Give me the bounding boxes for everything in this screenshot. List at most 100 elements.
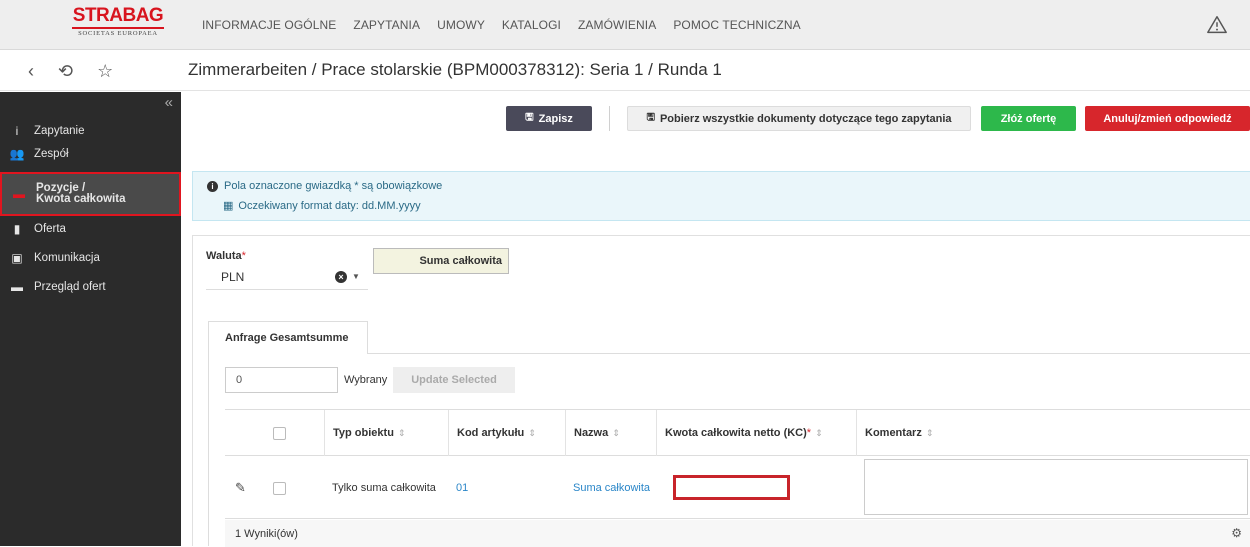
required-fields-note: i Pola oznaczone gwiazdką * są obowiązkow…: [207, 180, 442, 192]
header-label: Nazwa: [574, 427, 609, 439]
sort-icon: ⇕: [815, 427, 823, 438]
double-chevron-left-icon[interactable]: «: [165, 94, 173, 111]
chevron-left-icon[interactable]: ‹: [28, 61, 34, 82]
gear-icon[interactable]: ⚙: [1231, 526, 1242, 540]
logo-wordmark: STRABAG: [72, 5, 164, 26]
comment-textarea[interactable]: [864, 459, 1248, 515]
save-button[interactable]: 🖫 Zapisz: [506, 106, 592, 131]
sidebar-item-pozycje[interactable]: ▬ Pozycje / Kwota całkowita: [0, 172, 181, 216]
header-edit-col: [225, 410, 263, 456]
logo-tagline: SOCIETAS EUROPAEA: [78, 30, 158, 37]
warning-triangle-icon[interactable]: [1206, 14, 1228, 36]
edit-cell: ✎: [225, 457, 263, 519]
nav-item-zapytania[interactable]: ZAPYTANIA: [353, 18, 420, 32]
update-selected-button[interactable]: Update Selected: [393, 367, 515, 393]
download-button-label: Pobierz wszystkie dokumenty dotyczące te…: [659, 112, 952, 125]
required-note-text: Pola oznaczone gwiazdką * są obowiązkowe: [224, 180, 443, 192]
page-title: Zimmerarbeiten / Prace stolarskie (BPM00…: [188, 60, 722, 79]
tab-anfrage-gesamtsumme[interactable]: Anfrage Gesamtsumme: [208, 321, 368, 354]
cell-typ-obiektu: Tylko suma całkowita: [332, 482, 436, 494]
sidebar-item-zespol[interactable]: 👥 Zespół: [0, 143, 181, 165]
sidebar-item-label: Komunikacja: [34, 252, 100, 264]
sort-icon: ⇕: [925, 427, 934, 438]
sidebar-item-label: Przegląd ofert: [34, 281, 106, 293]
archive-icon: ▬: [11, 280, 23, 294]
save-icon: 🖫: [525, 112, 534, 123]
document-icon: ▮: [13, 222, 21, 236]
nav-item-zamowienia[interactable]: ZAMÓWIENIA: [578, 18, 656, 32]
sidebar-item-komunikacja[interactable]: ▣ Komunikacja: [0, 247, 181, 269]
header-label: Kwota całkowita netto (KC): [665, 427, 807, 439]
header-komentarz[interactable]: Komentarz ⇕: [856, 410, 1250, 456]
currency-label-text: Waluta: [206, 250, 242, 262]
date-format-text: Oczekiwany format daty: dd.MM.yyyy: [238, 200, 421, 212]
select-cell: [263, 457, 324, 519]
pencil-icon[interactable]: ✎: [235, 480, 246, 496]
sidebar-item-oferta[interactable]: ▮ Oferta: [0, 218, 181, 240]
total-sum-box: Suma całkowita: [373, 248, 509, 274]
sort-icon: ⇕: [397, 427, 406, 438]
list-icon: ▬: [13, 186, 25, 201]
header-typ-obiektu[interactable]: Typ obiektu ⇕: [324, 410, 448, 456]
page-header-bar: ‹ ⟲ ☆ Zimmerarbeiten / Prace stolarskie …: [0, 51, 1250, 91]
sidebar-item-label-line2: Kwota całkowita: [36, 193, 126, 205]
strabag-logo[interactable]: STRABAG SOCIETAS EUROPAEA: [70, 5, 166, 45]
required-mark: *: [241, 250, 246, 262]
header-kwota[interactable]: Kwota całkowita netto (KC) * ⇕: [656, 410, 856, 456]
sidebar-item-label: Zapytanie: [34, 125, 85, 137]
select-all-checkbox[interactable]: [273, 426, 286, 440]
date-format-note: ▦ Oczekiwany format daty: dd.MM.yyyy: [223, 199, 421, 212]
table-row: ✎ Tylko suma całkowita 01 Suma całkowita: [225, 457, 1250, 519]
currency-label: Waluta*: [206, 250, 246, 262]
kod-link[interactable]: 01: [456, 482, 468, 494]
sidebar-item-label: Pozycje / Kwota całkowita: [36, 182, 126, 205]
sidebar: « i Zapytanie 👥 Zespół ▬ Pozycje / Kwota…: [0, 92, 181, 546]
chevron-down-icon[interactable]: ▼: [352, 272, 360, 281]
kwota-netto-input[interactable]: [673, 475, 790, 500]
team-icon: 👥: [9, 147, 25, 161]
calendar-icon: ▦: [223, 200, 234, 212]
header-select-all: [263, 410, 324, 456]
sort-icon: ⇕: [612, 427, 620, 438]
cell-kod-artykulu: 01: [448, 457, 565, 519]
sidebar-item-przeglad[interactable]: ▬ Przegląd ofert: [0, 276, 181, 298]
row-checkbox[interactable]: [273, 481, 286, 495]
save-icon: 🖫: [646, 112, 655, 123]
submit-offer-button[interactable]: Złóż ofertę: [981, 106, 1076, 131]
table-header-row: Typ obiektu ⇕ Kod artykułu ⇕ Nazwa ⇕ Kwota …: [225, 410, 1250, 456]
nazwa-link[interactable]: Suma całkowita: [573, 482, 650, 494]
page-actions: ‹ ⟲ ☆: [28, 51, 178, 91]
nav-item-informacje[interactable]: INFORMACJE OGÓLNE: [202, 18, 336, 32]
sort-icon: ⇕: [528, 427, 536, 438]
download-all-documents-button[interactable]: 🖫 Pobierz wszystkie dokumenty dotyczące …: [627, 106, 971, 131]
star-icon[interactable]: ☆: [97, 61, 113, 82]
history-icon[interactable]: ⟲: [58, 61, 73, 82]
selected-label: Wybrany: [344, 374, 388, 386]
header-label: Typ obiektu: [333, 427, 394, 439]
clear-icon[interactable]: ×: [335, 271, 347, 283]
header-nazwa[interactable]: Nazwa ⇕: [565, 410, 656, 456]
toolbar-divider: [609, 106, 610, 131]
info-icon: i: [15, 124, 19, 138]
header-label: Kod artykułu: [457, 427, 525, 439]
nav-item-pomoc[interactable]: POMOC TECHNICZNA: [673, 18, 800, 32]
selected-count-input[interactable]: 0: [225, 367, 338, 393]
sidebar-item-label: Zespół: [34, 148, 69, 160]
items-table: Typ obiektu ⇕ Kod artykułu ⇕ Nazwa ⇕ Kwota …: [225, 409, 1250, 547]
save-button-label: Zapisz: [538, 112, 573, 125]
cancel-change-response-button[interactable]: Anuluj/zmień odpowiedź: [1085, 106, 1250, 131]
header-kod-artykulu[interactable]: Kod artykułu ⇕: [448, 410, 565, 456]
main-menu: INFORMACJE OGÓLNE ZAPYTANIA UMOWY KATALO…: [202, 0, 818, 50]
top-navigation-bar: STRABAG SOCIETAS EUROPAEA INFORMACJE OGÓ…: [0, 0, 1250, 50]
info-circle-icon: i: [207, 181, 218, 192]
header-label: Komentarz: [865, 427, 922, 439]
info-panel: i Pola oznaczone gwiazdką * są obowiązkow…: [192, 171, 1250, 221]
nav-item-katalogi[interactable]: KATALOGI: [502, 18, 561, 32]
table-footer: 1 Wyniki(ów) ⚙: [225, 520, 1250, 547]
nav-item-umowy[interactable]: UMOWY: [437, 18, 485, 32]
sidebar-item-label: Oferta: [34, 223, 66, 235]
required-mark: *: [806, 427, 812, 439]
cell-nazwa: Suma całkowita: [565, 457, 656, 519]
chat-icon: ▣: [11, 251, 23, 265]
sidebar-item-zapytanie[interactable]: i Zapytanie: [0, 120, 181, 142]
